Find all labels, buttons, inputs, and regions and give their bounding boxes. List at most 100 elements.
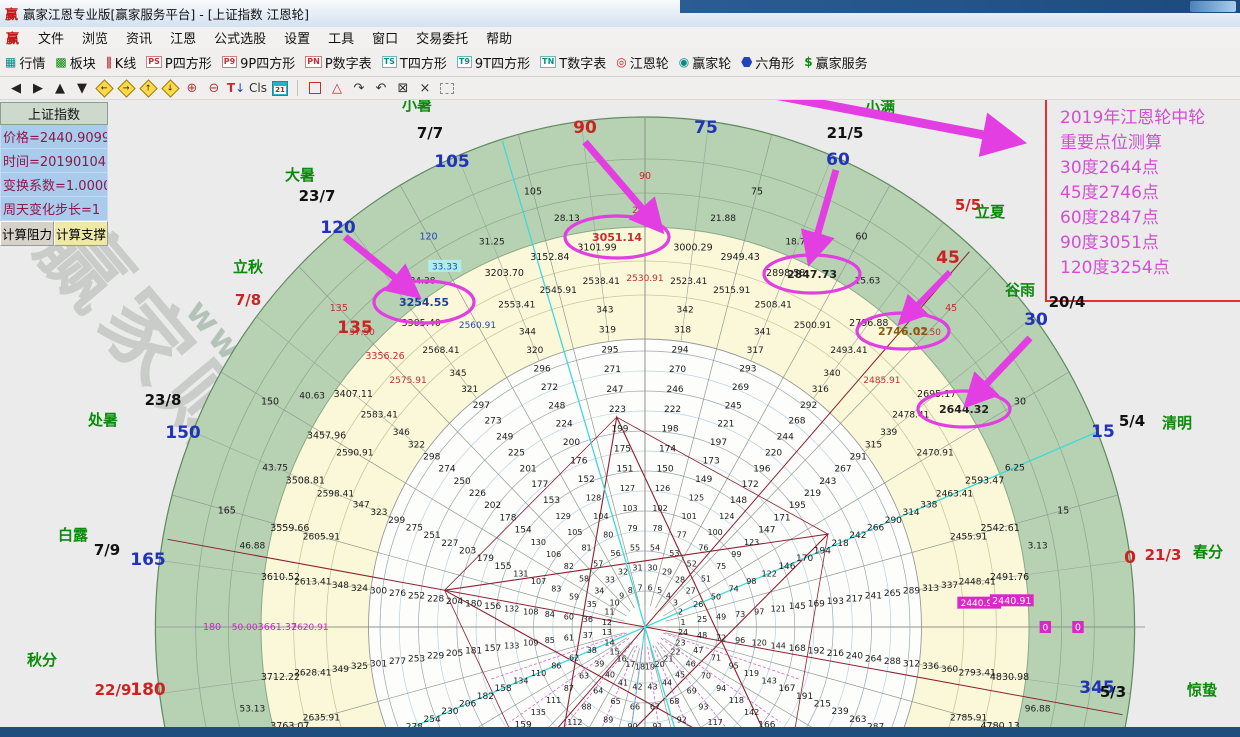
svg-text:2613.41: 2613.41 [294, 577, 331, 587]
toolbar-button-P四方形[interactable]: PSP四方形 [141, 50, 216, 74]
menu-item-江恩[interactable]: 江恩 [161, 28, 205, 47]
triangle-left-icon: ◀ [11, 81, 21, 96]
toolbar-button-T四方形[interactable]: TST四方形 [377, 50, 452, 74]
nav-up-button[interactable]: ▲ [50, 79, 70, 97]
nav-down-button[interactable]: ▼ [72, 79, 92, 97]
svg-text:42: 42 [632, 682, 642, 691]
svg-text:289: 289 [903, 586, 920, 596]
svg-text:299: 299 [388, 516, 405, 526]
svg-text:2542.61: 2542.61 [981, 523, 1020, 534]
svg-text:254: 254 [424, 715, 441, 725]
svg-text:109: 109 [523, 639, 538, 648]
menu-item-浏览[interactable]: 浏览 [73, 28, 117, 47]
menu-item-帮助[interactable]: 帮助 [477, 28, 521, 47]
svg-text:2491.76: 2491.76 [990, 572, 1029, 583]
menu-logo-icon: 赢 [6, 28, 19, 47]
svg-text:65: 65 [611, 697, 621, 706]
svg-text:223: 223 [609, 405, 626, 415]
svg-text:14: 14 [604, 638, 614, 647]
toolbar-button-江恩轮[interactable]: ◎江恩轮 [611, 50, 674, 74]
toolbar-button-行情[interactable]: ▦行情 [0, 50, 50, 74]
svg-text:惊蛰: 惊蛰 [1187, 681, 1217, 699]
svg-text:53.13: 53.13 [239, 704, 265, 714]
svg-text:111: 111 [546, 696, 561, 705]
svg-text:3051.14: 3051.14 [592, 231, 642, 244]
toolbar-button-K线[interactable]: ∥K线 [101, 50, 142, 74]
svg-text:274: 274 [438, 465, 455, 475]
zoom-in-button[interactable]: ⊕ [182, 79, 202, 97]
toolbar-button-赢家轮[interactable]: ◉赢家轮 [674, 50, 737, 74]
svg-text:3457.96: 3457.96 [307, 431, 346, 442]
svg-text:298: 298 [423, 453, 440, 463]
toolbar-label: 赢家服务 [816, 53, 868, 72]
menu-item-公式选股[interactable]: 公式选股 [205, 28, 275, 47]
draw-triangle-button[interactable]: △ [327, 79, 347, 97]
select-region-button[interactable] [437, 79, 457, 97]
calendar-button[interactable]: 21 [270, 79, 290, 97]
toolbar-button-板块[interactable]: ▩板块 [50, 50, 100, 74]
arrow-glyph: ↑ [145, 84, 152, 92]
calc-resistance-button[interactable]: 计算阻力 [0, 221, 54, 246]
toolbar-button-六角形[interactable]: 六角形 [736, 50, 799, 74]
svg-text:59: 59 [569, 592, 579, 601]
annotation-line: 2019年江恩轮中轮 [1060, 106, 1240, 131]
menu-item-窗口[interactable]: 窗口 [363, 28, 407, 47]
pan-up-button[interactable]: ↑ [138, 79, 158, 97]
svg-text:347: 347 [353, 501, 370, 511]
pan-down-button[interactable]: ↓ [160, 79, 180, 97]
toolbar-label: 板块 [70, 53, 96, 72]
svg-text:168: 168 [789, 644, 806, 654]
svg-text:2793.41: 2793.41 [959, 669, 996, 679]
menu-item-文件[interactable]: 文件 [29, 28, 73, 47]
pan-right-button[interactable]: → [116, 79, 136, 97]
svg-text:217: 217 [846, 594, 863, 604]
menu-item-设置[interactable]: 设置 [275, 28, 319, 47]
pan-left-button[interactable]: ← [94, 79, 114, 97]
draw-square-button[interactable] [305, 79, 325, 97]
svg-text:317: 317 [747, 346, 764, 356]
toolbar-button-9P四方形[interactable]: P99P四方形 [217, 50, 301, 74]
rotate-cw-button[interactable]: ↷ [349, 79, 369, 97]
toolbar-button-9T四方形[interactable]: T99T四方形 [452, 50, 535, 74]
svg-text:2448.41: 2448.41 [959, 577, 996, 587]
nav-right-button[interactable]: ▶ [28, 79, 48, 97]
menu-item-工具[interactable]: 工具 [319, 28, 363, 47]
rotate-ccw-button[interactable]: ↶ [371, 79, 391, 97]
svg-text:251: 251 [424, 531, 441, 541]
toolbar-button-赢家服务[interactable]: $赢家服务 [799, 50, 872, 74]
window-controls-area[interactable] [1190, 1, 1236, 12]
svg-text:36: 36 [583, 615, 593, 624]
menu-item-资讯[interactable]: 资讯 [117, 28, 161, 47]
svg-text:28.13: 28.13 [554, 214, 580, 224]
svg-text:21/5: 21/5 [827, 124, 864, 142]
svg-text:341: 341 [754, 327, 771, 337]
svg-text:2515.91: 2515.91 [713, 286, 750, 296]
svg-text:21.88: 21.88 [710, 214, 736, 224]
toolbar-button-T数字表[interactable]: TNT数字表 [535, 50, 611, 74]
t-down-button[interactable]: T↓ [226, 79, 246, 97]
cls-button[interactable]: Cls [248, 79, 268, 97]
menu-item-交易委托[interactable]: 交易委托 [407, 28, 477, 47]
svg-text:127: 127 [620, 484, 635, 493]
diamond-down-icon: ↓ [161, 79, 179, 97]
svg-text:165: 165 [130, 550, 166, 570]
delete-box-button[interactable]: ⊠ [393, 79, 413, 97]
svg-text:秋分: 秋分 [27, 651, 57, 669]
triangle-outline-icon: △ [332, 81, 342, 96]
svg-text:30: 30 [1014, 397, 1026, 408]
calc-support-button[interactable]: 计算支撑 [54, 221, 108, 246]
toolbar-separator [297, 80, 298, 96]
svg-text:71: 71 [711, 654, 721, 663]
zoom-out-button[interactable]: ⊖ [204, 79, 224, 97]
svg-text:153: 153 [543, 496, 560, 506]
info-panel: 上证指数 价格=2440.9099时间=20190104变换系数=1.00000… [0, 102, 108, 246]
toolbar-button-P数字表[interactable]: PNP数字表 [300, 50, 376, 74]
nav-left-button[interactable]: ◀ [6, 79, 26, 97]
svg-text:180: 180 [465, 600, 482, 610]
svg-text:267: 267 [834, 465, 851, 475]
svg-text:171: 171 [773, 513, 790, 523]
scale-button[interactable]: × [415, 79, 435, 97]
svg-text:20: 20 [655, 660, 665, 669]
svg-text:325: 325 [351, 662, 368, 672]
svg-text:149: 149 [695, 475, 712, 485]
